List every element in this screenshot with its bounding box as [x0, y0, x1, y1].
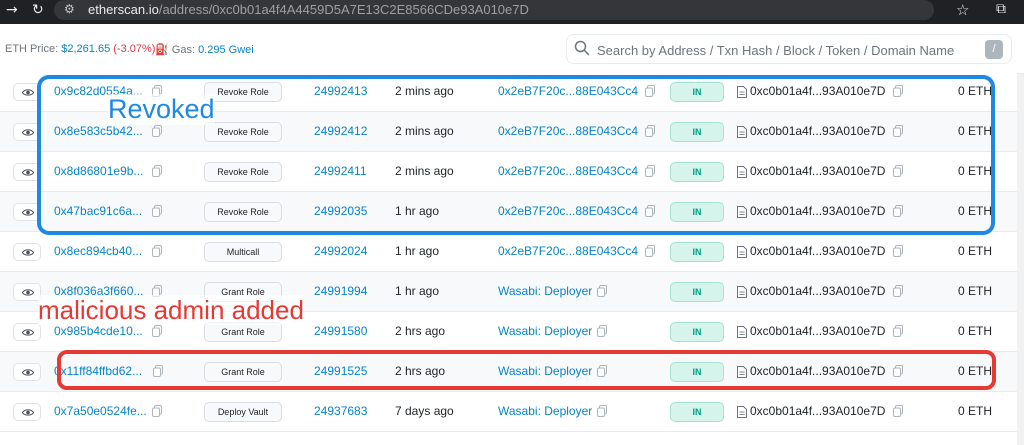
gas-pump-icon: ⛽	[155, 44, 169, 56]
copy-icon[interactable]	[645, 245, 655, 257]
copy-icon[interactable]	[597, 405, 607, 417]
from-address-link[interactable]: 0x2eB7F20c...88E043Cc4	[498, 244, 638, 258]
txn-hash-link[interactable]: 0x985b4cde10...	[54, 324, 143, 338]
reload-icon[interactable]: ↻	[32, 2, 44, 18]
search-shortcut-key: /	[985, 40, 1003, 59]
copy-icon[interactable]	[597, 325, 607, 337]
contract-document-icon	[737, 405, 747, 418]
table-row: 0x8ec894cb40... Multicall 24992024 1 hr ago…	[0, 232, 1017, 272]
block-link[interactable]: 24992024	[314, 244, 367, 258]
preview-eye-icon[interactable]	[13, 403, 41, 421]
eth-price-value[interactable]: $2,261.65	[61, 43, 110, 55]
txn-amount: 0 ETH	[958, 404, 993, 418]
preview-eye-icon[interactable]	[13, 243, 41, 261]
txn-amount: 0 ETH	[958, 284, 993, 298]
address-bar[interactable]: ⚙ etherscan.io/address/0xc0b01a4f4A4459D…	[54, 0, 934, 20]
direction-badge: IN	[670, 322, 724, 342]
copy-icon[interactable]	[893, 325, 903, 337]
copy-icon[interactable]	[597, 285, 607, 297]
search-box[interactable]: Search by Address / Txn Hash / Block / T…	[566, 34, 1012, 64]
txn-age: 1 hr ago	[395, 284, 440, 298]
search-input[interactable]: Search by Address / Txn Hash / Block / T…	[597, 43, 954, 58]
preview-eye-icon[interactable]	[13, 323, 41, 341]
copy-icon[interactable]	[152, 405, 162, 417]
method-badge: Multicall	[204, 242, 282, 262]
browser-toolbar: → ↻ ⚙ etherscan.io/address/0xc0b01a4f4A4…	[0, 0, 1024, 24]
to-address: 0xc0b01a4f...93A010e7D	[750, 244, 886, 258]
preview-eye-icon[interactable]	[13, 363, 41, 381]
page-scrollbar[interactable]	[1017, 74, 1024, 445]
to-address: 0xc0b01a4f...93A010e7D	[750, 324, 886, 338]
site-header: ETH Price: $2,261.65 (-3.07%) ⛽ Gas: 0.2…	[0, 24, 1024, 74]
contract-document-icon	[737, 285, 747, 298]
txn-amount: 0 ETH	[958, 244, 993, 258]
direction-badge: IN	[670, 242, 724, 262]
eth-price-change: (-3.07%)	[113, 43, 156, 55]
malicious-annotation: malicious admin added	[38, 295, 304, 325]
to-address: 0xc0b01a4f...93A010e7D	[750, 404, 886, 418]
revoked-annotation: Revoked	[108, 94, 215, 125]
txn-hash-link[interactable]: 0x8ec894cb40...	[54, 244, 142, 258]
gas-label: Gas:	[171, 44, 195, 56]
to-address: 0xc0b01a4f...93A010e7D	[750, 284, 886, 298]
txn-amount: 0 ETH	[958, 324, 993, 338]
copy-icon[interactable]	[152, 245, 162, 257]
contract-document-icon	[737, 245, 747, 258]
method-badge: Deploy Vault	[204, 402, 282, 422]
txn-hash-link[interactable]: 0x7a50e0524fe...	[54, 404, 147, 418]
block-link[interactable]: 24991580	[314, 324, 367, 338]
txn-age: 2 hrs ago	[395, 324, 446, 338]
copy-icon[interactable]	[893, 285, 903, 297]
gas-price: ⛽ Gas: 0.295 Gwei	[155, 43, 254, 56]
malicious-highlight-box	[57, 350, 996, 390]
contract-document-icon	[737, 325, 747, 338]
from-address-link[interactable]: Wasabi: Deployer	[498, 404, 592, 418]
from-address-link[interactable]: Wasabi: Deployer	[498, 284, 592, 298]
txn-age: 7 days ago	[395, 404, 454, 418]
copy-icon[interactable]	[152, 325, 162, 337]
forward-icon[interactable]: →	[6, 2, 18, 18]
txn-age: 1 hr ago	[395, 244, 440, 258]
url-text: etherscan.io/address/0xc0b01a4f4A4459D5A…	[88, 2, 529, 17]
eth-price-label: ETH Price:	[5, 43, 59, 55]
eth-price: ETH Price: $2,261.65 (-3.07%)	[5, 43, 155, 55]
from-address-link[interactable]: Wasabi: Deployer	[498, 324, 592, 338]
copy-icon[interactable]	[893, 245, 903, 257]
preview-eye-icon[interactable]	[13, 283, 41, 301]
block-link[interactable]: 24991994	[314, 284, 367, 298]
search-icon	[574, 40, 590, 56]
table-row: 0x7a50e0524fe... Deploy Vault 24937683 7 da…	[0, 392, 1017, 432]
block-link[interactable]: 24937683	[314, 404, 367, 418]
site-settings-icon[interactable]: ⚙	[64, 2, 75, 16]
method-badge: Grant Role	[204, 322, 282, 342]
direction-badge: IN	[670, 402, 724, 422]
bookmark-star-icon[interactable]: ☆	[956, 1, 969, 19]
direction-badge: IN	[670, 282, 724, 302]
gas-value[interactable]: 0.295 Gwei	[198, 44, 254, 56]
copy-icon[interactable]	[893, 405, 903, 417]
extensions-icon[interactable]: ⧉	[996, 1, 1006, 17]
